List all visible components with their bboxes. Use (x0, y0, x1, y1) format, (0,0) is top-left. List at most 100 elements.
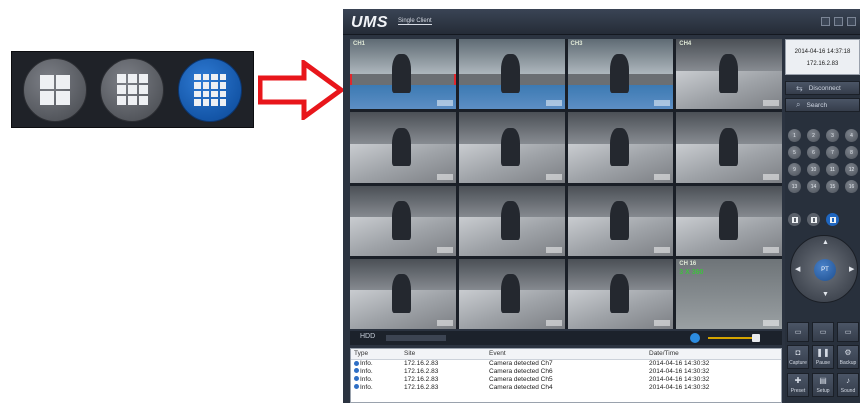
camera-tile[interactable] (567, 112, 674, 183)
ptz-joystick[interactable]: ▲ ▼ ◀ ▶ PT (790, 235, 858, 303)
event-datetime-cell: 2014-04-16 14:30:32 (649, 367, 710, 375)
channel-number-button[interactable]: 2 (807, 129, 820, 142)
channel-number-button[interactable]: 14 (807, 180, 820, 193)
preset-button[interactable]: ✚ Preset (787, 373, 809, 397)
speaker-icon[interactable] (690, 333, 700, 343)
multi-view-icon[interactable]: ▭ (837, 322, 859, 342)
channel-number-button[interactable]: 10 (807, 163, 820, 176)
minimize-icon[interactable] (821, 17, 830, 26)
backup-label: Backup (839, 360, 857, 366)
ptz-right-icon[interactable]: ▶ (849, 265, 854, 273)
camera-timestamp-overlay (545, 246, 562, 253)
event-log-row[interactable]: Info. 172.16.2.83 Camera detected Ch4 2014-… (351, 383, 781, 391)
channel-number-button[interactable]: 1 (788, 129, 801, 142)
camera-tile[interactable] (676, 185, 782, 256)
column-header[interactable]: Date/Time (646, 349, 781, 360)
layout-3x3-button[interactable] (100, 57, 165, 122)
camera-feed-subject (718, 200, 738, 240)
control-row-1: ◘ Capture ❚❚ Pause ⚙ Backup (787, 345, 859, 369)
sound-button[interactable]: ♪ Sound (837, 373, 859, 397)
camera-tile[interactable] (567, 258, 674, 329)
event-site-cell: 172.16.2.83 (404, 367, 439, 375)
ptz-left-icon[interactable]: ◀ (795, 265, 800, 273)
pause-button[interactable]: ❚❚ Pause (812, 345, 834, 369)
camera-timestamp-overlay (436, 173, 453, 180)
camera-tile[interactable]: CH 16 3 X 360 (676, 258, 782, 329)
channel-number-button[interactable]: 13 (788, 180, 801, 193)
camera-timestamp-overlay (545, 100, 562, 107)
dual-view-icon[interactable]: ▭ (812, 322, 834, 342)
layout-2x2-small-button[interactable] (788, 213, 801, 226)
window-controls (821, 17, 856, 26)
info-icon (354, 384, 359, 390)
maximize-icon[interactable] (834, 17, 843, 26)
control-row-2: ✚ Preset ▤ Setup ♪ Sound (787, 373, 859, 397)
volume-slider-track[interactable] (708, 337, 756, 339)
layout-selector (788, 213, 839, 226)
channel-number-button[interactable]: 4 (845, 129, 858, 142)
channel-number-button[interactable]: 7 (826, 146, 839, 159)
camera-tile[interactable]: CH3 (567, 39, 674, 110)
camera-tile[interactable]: CH1 (350, 39, 456, 110)
sound-icon: ♪ (846, 376, 850, 385)
grid-3x3-icon (810, 216, 817, 223)
disconnect-label: Disconnect (808, 84, 841, 92)
camera-feed-subject (501, 127, 521, 167)
event-type: Info. (360, 359, 373, 367)
camera-tile[interactable] (458, 185, 565, 256)
volume-slider-handle[interactable] (752, 334, 760, 342)
layout-4x4-small-button[interactable] (826, 213, 839, 226)
camera-tile[interactable] (350, 185, 456, 256)
camera-tile[interactable] (458, 39, 565, 110)
column-header[interactable]: Event (486, 349, 646, 360)
search-label: Search (806, 101, 828, 109)
current-datetime: 2014-04-16 14:37:18 (794, 49, 851, 55)
column-header[interactable]: Site (401, 349, 486, 360)
camera-tile[interactable] (458, 112, 565, 183)
channel-number-button[interactable]: 15 (826, 180, 839, 193)
single-view-icon[interactable]: ▭ (787, 322, 809, 342)
search-button[interactable]: ⌕ Search (785, 98, 860, 112)
camera-tile[interactable] (676, 112, 782, 183)
setup-icon: ▤ (819, 376, 827, 385)
camera-feed-subject (718, 127, 738, 167)
channel-number-button[interactable]: 16 (845, 180, 858, 193)
info-icon (354, 376, 359, 382)
disconnect-button[interactable]: ⇆ Disconnect (785, 81, 860, 95)
setup-button[interactable]: ▤ Setup (812, 373, 834, 397)
channel-number-button[interactable]: 8 (845, 146, 858, 159)
camera-feed-subject (609, 200, 629, 240)
layout-3x3-small-button[interactable] (807, 213, 820, 226)
camera-timestamp-overlay (654, 173, 671, 180)
event-site-cell: 172.16.2.83 (404, 359, 439, 367)
event-log-row[interactable]: Info. 172.16.2.83 Camera detected Ch5 2014-… (351, 375, 781, 383)
backup-button[interactable]: ⚙ Backup (837, 345, 859, 369)
camera-tile[interactable] (567, 185, 674, 256)
camera-tile[interactable] (350, 258, 456, 329)
event-log-row[interactable]: Info. 172.16.2.83 Camera detected Ch7 2014-… (351, 359, 781, 367)
close-icon[interactable] (847, 17, 856, 26)
channel-number-button[interactable]: 6 (807, 146, 820, 159)
channel-number-button[interactable]: 9 (788, 163, 801, 176)
capture-button[interactable]: ◘ Capture (787, 345, 809, 369)
layout-4x4-button[interactable] (178, 57, 243, 122)
camera-tile[interactable] (458, 258, 565, 329)
ptz-center-button[interactable]: PT (814, 259, 836, 281)
layout-2x2-button[interactable] (22, 57, 87, 122)
disconnect-icon: ⇆ (796, 83, 803, 93)
channel-number-button[interactable]: 12 (845, 163, 858, 176)
channel-number-button[interactable]: 11 (826, 163, 839, 176)
camera-tile[interactable]: CH4 (676, 39, 782, 110)
channel-number-button[interactable]: 3 (826, 129, 839, 142)
channel-number-button[interactable]: 5 (788, 146, 801, 159)
ptz-up-icon[interactable]: ▲ (822, 239, 829, 246)
title-bar: UMS Single Client (343, 9, 860, 35)
ptz-down-icon[interactable]: ▼ (822, 291, 829, 298)
connected-ip: 172.16.2.83 (806, 61, 839, 67)
camera-feed-subject (501, 200, 521, 240)
camera-feed-subject (609, 127, 629, 167)
event-description-cell: Camera detected Ch4 (489, 383, 553, 391)
column-header[interactable]: Type (351, 349, 401, 360)
event-log-row[interactable]: Info. 172.16.2.83 Camera detected Ch6 2014-… (351, 367, 781, 375)
camera-tile[interactable] (350, 112, 456, 183)
